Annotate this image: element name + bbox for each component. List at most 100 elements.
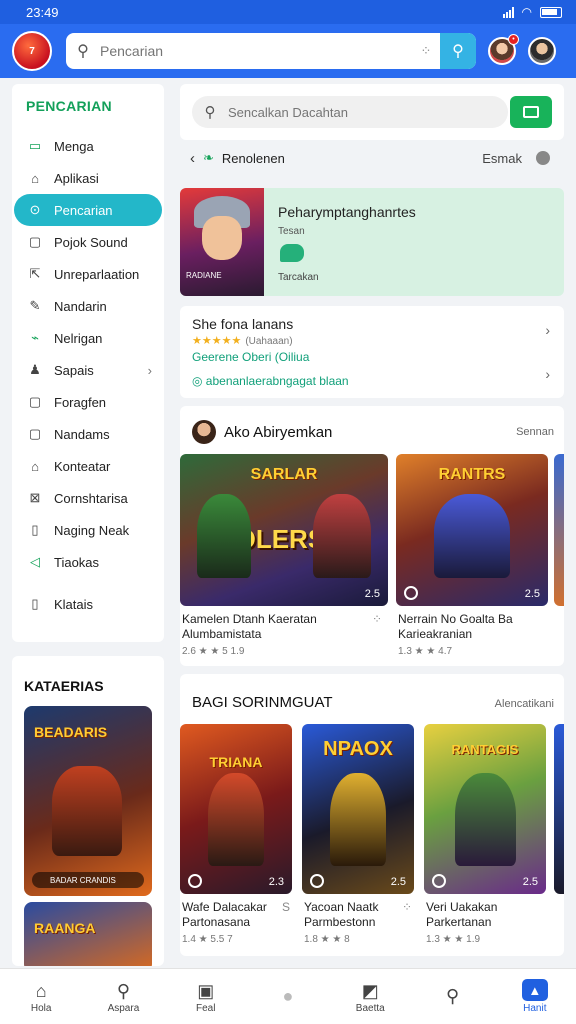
nav-item[interactable]: ● [258,985,318,1009]
featured-subtitle: Tesan [278,226,305,237]
game-card-peek[interactable] [554,724,564,894]
featured-image-face [202,216,242,260]
featured-caption: Tarcakan [278,272,319,283]
game-card[interactable]: RANTRS 2.5 [396,454,548,606]
pen-icon: ✎ [29,298,41,313]
avatar-profile[interactable] [528,37,556,65]
game-art: SARLAR HOLERSIN [180,454,388,606]
nav-item-label: Hanit [523,1003,547,1014]
sidebar-item[interactable]: ⌂ Konteatar [12,450,164,482]
game-info: Wafe Dalacakar Partonasana 1.4 ★ 5.5 7 S [182,900,290,947]
content-search-box: ⚲ [192,96,508,128]
game-card[interactable]: TRIANA 2.3 [180,724,292,894]
category-card[interactable]: RAANGA [24,902,152,966]
game-art: RANTRS [396,454,548,606]
game-badge: 2.3 [268,876,284,888]
section-popular: BAGI SORINMGUAT Alencatikani TRIANA 2.3 … [180,674,564,956]
section-title: Ako Abiryemkan [224,423,333,441]
sidebar-item-label: Foragfen [54,394,107,410]
sidebar-item[interactable]: ▢ Nandams [12,418,164,450]
nav-item[interactable]: ⚲ Aspara [93,979,153,1015]
sidebar-item[interactable]: ◁ Tiaokas [12,546,164,578]
section-more-link[interactable]: Alencatikani [495,698,554,710]
section-recommended: Ako Abiryemkan Sennan SARLAR HOLERSIN 2.… [180,406,564,666]
game-card-peek[interactable] [554,454,564,606]
section-header: Ako Abiryemkan [192,420,332,444]
sidebar-item-label: Cornshtarisa [54,490,128,506]
sidebar-item[interactable]: ▭ Menga [12,130,164,162]
nav-item-label: Hola [30,1003,52,1014]
search-icon: ⚲ [445,986,460,1006]
game-art-hero [434,494,510,578]
sidebar-item[interactable]: ▯ Naging Neak [12,514,164,546]
settings-icon[interactable] [536,151,550,165]
sidebar-item-label: Nelrigan [54,330,103,346]
game-card[interactable]: SARLAR HOLERSIN 2.5 [180,454,388,606]
signal-icon [502,6,514,18]
game-card[interactable]: RANTAGIS 2.5 [424,724,546,894]
sidebar-item[interactable]: ♟ Sapais › [12,354,164,386]
nav-item[interactable]: ⌂ Hola [11,979,71,1015]
sidebar-item[interactable]: ⊙ Pencarian [14,194,162,226]
sidebar-item[interactable]: ⌂ Aplikasi [12,162,164,194]
sidebar-item[interactable]: ⊠ Cornshtarisa [12,482,164,514]
wifi-icon: ◠ [521,5,532,19]
sidebar-item[interactable]: ▯ Klatais [12,588,164,620]
more-options-icon[interactable]: ⁘ [372,612,382,627]
filter-icon[interactable]: ⁘ [412,43,440,59]
game-icon [188,874,202,888]
sidebar-item[interactable]: ⌁ Nelrigan [12,322,164,354]
back-icon[interactable]: ‹ [190,150,195,167]
game-art-title: SARLAR [250,466,318,483]
game-name: Yacoan Naatk [304,900,379,914]
nav-item[interactable]: ⚲ [423,985,483,1009]
game-info: Nerrain No Goalta Ba Karieakranian 1.3 ★… [398,612,548,659]
app-logo[interactable]: 7 [12,31,52,71]
game-sub: Karieakranian [398,627,473,641]
grid-icon: ⊠ [29,490,41,505]
nav-item[interactable]: ▲ Hanit [505,979,565,1014]
sidebar-item[interactable]: ⇱ Unreparlaation [12,258,164,290]
rating-stars: ★★★★★ (Uahaaan) [192,334,293,347]
nav-item[interactable]: ▣ Feal [176,979,236,1015]
detail-link[interactable]: Geerene Oberi (Oiliua [192,350,309,364]
sidebar-item-label: Pencarian [54,202,113,218]
category-card[interactable]: BEADARIS BADAR CRANDIS [24,706,152,896]
game-art-title: NPAOX [323,738,393,760]
breadcrumb-action[interactable]: Esmak [482,151,522,166]
battery-icon [540,6,562,18]
detail-card: She fona lanans ★★★★★ (Uahaaan) Geerene O… [180,306,564,398]
detail-link[interactable]: ◎ abenanlaerabngagat blaan [192,374,349,388]
game-icon [404,586,418,600]
doc-icon: ▯ [31,522,39,537]
sidebar-item-label: Unreparlaation [54,266,140,282]
chat-icon: ● [282,986,294,1006]
leaf-icon: ❧ [203,150,214,165]
sidebar-item[interactable]: ▢ Foragfen [12,386,164,418]
game-card[interactable]: NPAOX 2.5 [302,724,414,894]
top-search-input[interactable] [100,43,412,59]
chevron-right-icon[interactable]: › [545,366,550,382]
featured-image-label: RADIANE [186,271,222,280]
section-more-link[interactable]: Sennan [516,426,554,438]
chart-icon: ⌁ [31,330,39,345]
search-submit-button[interactable]: ⚲ [440,33,476,69]
sidebar-item[interactable]: ▢ Pojok Sound [12,226,164,258]
folder-icon: ▭ [28,138,42,153]
featured-banner[interactable]: RADIANE Peharymptanghanrtes Tesan Tarcak… [180,188,564,296]
nav-item-label: Baetta [355,1003,385,1014]
game-rating: 2.6 ★ ★ 5 1.9 [182,646,245,657]
nav-item[interactable]: ◩ Baetta [340,979,400,1015]
status-time: 23:49 [26,4,59,20]
more-options-icon[interactable]: ⁘ [402,900,412,915]
avatar-notifications[interactable]: • [488,34,519,65]
share-icon: ⇱ [29,266,41,281]
section-title: BAGI SORINMGUAT [192,694,333,711]
chevron-right-icon[interactable]: › [545,322,550,338]
content-search-input[interactable] [228,104,488,120]
content-search-button[interactable] [510,96,552,128]
category-card-title: BEADARIS [34,724,108,740]
sidebar-item[interactable]: ✎ Nandarin [12,290,164,322]
game-sub: Partonasana [182,915,251,929]
sidebar-list: ▭ Menga ⌂ Aplikasi ⊙ Pencarian ▢ Pojok Sound ⇱ Un… [12,130,164,620]
